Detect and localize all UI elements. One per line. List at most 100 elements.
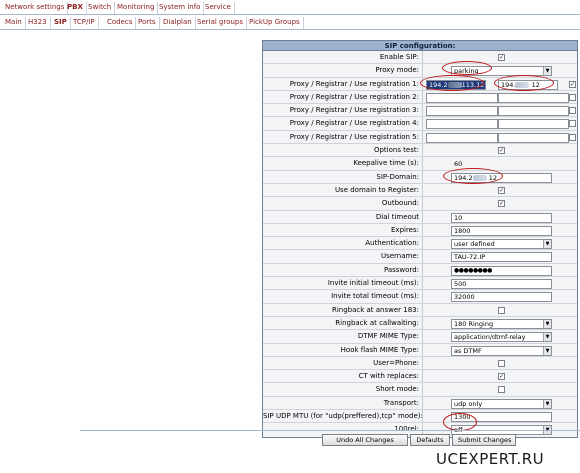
invite-total-input[interactable]: 32000 <box>451 292 552 303</box>
proxy-3-input[interactable] <box>426 106 498 117</box>
proxy-1-suffix: 113.12 <box>461 80 485 89</box>
label-user-phone: User=Phone: <box>263 356 423 370</box>
tab-main[interactable]: Main <box>2 17 26 29</box>
masked-ip-block <box>515 81 530 88</box>
tab-pickup-groups[interactable]: PickUp Groups <box>246 17 304 29</box>
registrar-3-input[interactable] <box>498 106 569 117</box>
label-registration-4: Proxy / Registrar / Use registration 4: <box>263 117 423 130</box>
transport-select[interactable]: udp only ▼ <box>451 398 552 409</box>
proxy-5-input[interactable] <box>426 132 498 143</box>
defaults-button[interactable]: Defaults <box>410 434 450 446</box>
label-sip-domain: SIP-Domain: <box>263 170 423 183</box>
proxy-mode-value: parking <box>454 67 479 76</box>
registrar-2-input[interactable] <box>498 92 569 103</box>
use-registration-2-checkbox[interactable] <box>569 93 576 101</box>
udp-mtu-input[interactable]: 1300 <box>451 412 552 423</box>
label-udp-mtu: SIP UDP MTU (for "udp(preffered),tcp" mo… <box>263 410 423 423</box>
row-registration-5: Proxy / Registrar / Use registration 5: <box>263 130 577 145</box>
tab-pbx[interactable]: PBX <box>64 2 87 14</box>
row-invite-total: Invite total timeout (ms): 32000 <box>263 290 577 304</box>
row-transport: Transport: udp only ▼ <box>263 396 577 411</box>
row-udp-mtu: SIP UDP MTU (for "udp(preffered),tcp" mo… <box>263 410 577 424</box>
registrar-5-input[interactable] <box>498 132 569 143</box>
chevron-down-icon: ▼ <box>543 399 551 408</box>
tab-dialplan[interactable]: Dialplan <box>160 17 196 29</box>
tab-system-info[interactable]: System info <box>156 2 205 14</box>
use-domain-checkbox[interactable]: ✓ <box>498 186 505 194</box>
undo-all-changes-button[interactable]: Undo All Changes <box>322 434 408 446</box>
submit-changes-button[interactable]: Submit Changes <box>452 434 516 446</box>
chevron-down-icon: ▼ <box>543 346 551 355</box>
proxy-2-input[interactable] <box>426 92 498 103</box>
tab-switch[interactable]: Switch <box>85 2 116 14</box>
proxy-mode-select[interactable]: parking ▼ <box>451 66 552 77</box>
tab-service[interactable]: Service <box>202 2 235 14</box>
row-user-phone: User=Phone: <box>263 356 577 371</box>
row-ringback-callwaiting: Ringback at callwaiting: 180 Ringing ▼ <box>263 316 577 331</box>
registrar-1-input[interactable]: 194. 12 <box>498 79 558 90</box>
tab-monitoring[interactable]: Monitoring <box>114 2 159 14</box>
label-username: Username: <box>263 250 423 263</box>
ringback-callwaiting-select[interactable]: 180 Ringing ▼ <box>451 318 552 329</box>
authentication-select[interactable]: user defined ▼ <box>451 239 552 250</box>
registrar-4-input[interactable] <box>498 119 569 130</box>
proxy-1-prefix: 194.2 <box>429 80 448 89</box>
password-input[interactable]: ●●●●●●●● <box>451 265 552 276</box>
proxy-1-input[interactable]: 194.2 113.12 <box>426 79 486 90</box>
dial-timeout-input[interactable]: 10 <box>451 212 552 223</box>
chevron-down-icon: ▼ <box>543 67 551 76</box>
dtmf-mime-select[interactable]: application/dtmf-relay ▼ <box>451 332 552 343</box>
use-registration-3-checkbox[interactable] <box>569 107 576 115</box>
short-mode-checkbox[interactable] <box>498 386 505 394</box>
use-registration-4-checkbox[interactable] <box>569 120 576 128</box>
tab-serial-groups[interactable]: Serial groups <box>194 17 248 29</box>
use-registration-1-checkbox[interactable]: ✓ <box>569 80 576 88</box>
sip-domain-input[interactable]: 194.2 12 <box>451 172 552 183</box>
tab-tcpip[interactable]: TCP/IP <box>70 17 99 29</box>
keepalive-input[interactable]: 60 <box>451 159 552 169</box>
ringback-183-checkbox[interactable] <box>498 306 505 314</box>
dtmf-mime-value: application/dtmf-relay <box>454 333 526 342</box>
label-password: Password: <box>263 263 423 277</box>
form-title: SIP configuration: <box>263 41 577 51</box>
label-transport: Transport: <box>263 396 423 410</box>
row-authentication: Authentication: user defined ▼ <box>263 237 577 251</box>
tab-sip[interactable]: SIP <box>51 17 71 29</box>
sub-tab-bar: Main H323 SIP TCP/IP Codecs Ports Dialpl… <box>0 15 580 30</box>
label-short-mode: Short mode: <box>263 383 423 396</box>
row-registration-2: Proxy / Registrar / Use registration 2: <box>263 90 577 105</box>
row-expires: Expires: 1800 <box>263 223 577 238</box>
action-bar: Undo All Changes Defaults Submit Changes <box>80 430 580 447</box>
row-invite-initial: Invite initial timeout (ms): 500 <box>263 277 577 291</box>
user-phone-checkbox[interactable] <box>498 359 505 367</box>
hookflash-mime-select[interactable]: as DTMF ▼ <box>451 345 552 356</box>
transport-value: udp only <box>454 399 483 408</box>
authentication-value: user defined <box>454 240 495 249</box>
label-proxy-mode: Proxy mode: <box>263 64 423 77</box>
ct-replaces-checkbox[interactable]: ✓ <box>498 373 505 381</box>
row-hookflash-mime: Hook flash MIME Type: as DTMF ▼ <box>263 343 577 357</box>
row-options-test: Options test: ✓ <box>263 144 577 158</box>
label-registration-5: Proxy / Registrar / Use registration 5: <box>263 130 423 144</box>
label-ct-replaces: CT with replaces: <box>263 370 423 383</box>
enable-sip-checkbox[interactable]: ✓ <box>498 54 505 61</box>
label-registration-1: Proxy / Registrar / Use registration 1: <box>263 77 423 90</box>
tab-network-settings[interactable]: Network settings <box>2 2 69 14</box>
expires-input[interactable]: 1800 <box>451 225 552 236</box>
sip-configuration-form: SIP configuration: Enable SIP: ✓ Proxy m… <box>262 40 578 438</box>
username-input[interactable]: TAU-72.IP <box>451 252 552 263</box>
invite-initial-input[interactable]: 500 <box>451 279 552 290</box>
outbound-checkbox[interactable]: ✓ <box>498 200 505 208</box>
ringback-callwaiting-value: 180 Ringing <box>454 319 494 328</box>
label-registration-2: Proxy / Registrar / Use registration 2: <box>263 90 423 104</box>
options-test-checkbox[interactable]: ✓ <box>498 147 505 155</box>
masked-ip-block <box>472 174 487 181</box>
tab-codecs[interactable]: Codecs <box>104 17 137 29</box>
proxy-4-input[interactable] <box>426 119 498 130</box>
use-registration-5-checkbox[interactable] <box>569 133 576 141</box>
row-keepalive: Keepalive time (s): 60 <box>263 157 577 171</box>
label-invite-initial: Invite initial timeout (ms): <box>263 277 423 290</box>
tab-ports[interactable]: Ports <box>135 17 160 29</box>
tab-h323[interactable]: H323 <box>25 17 51 29</box>
label-invite-total: Invite total timeout (ms): <box>263 290 423 303</box>
